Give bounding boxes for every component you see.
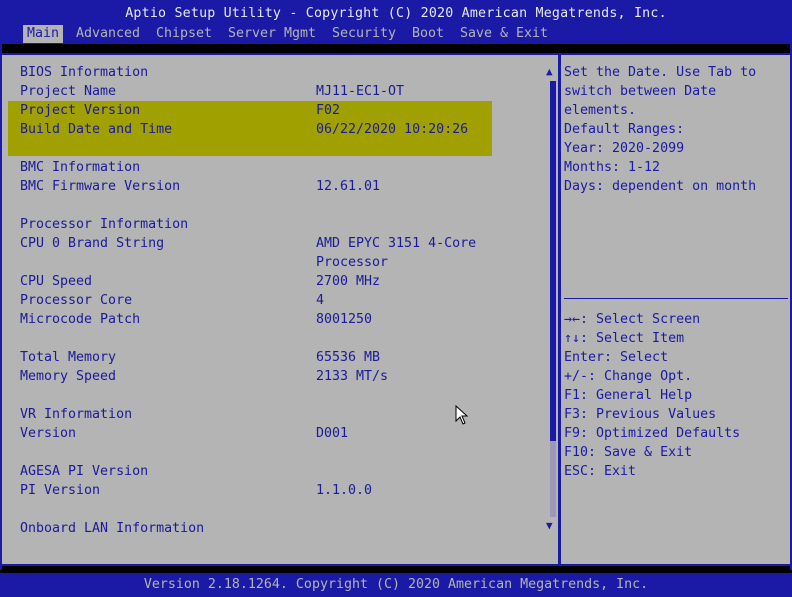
processor-core-value: 4 — [316, 293, 325, 308]
vr-version-label: Version — [20, 426, 77, 441]
utility-title: Aptio Setup Utility - Copyright (C) 2020… — [125, 6, 667, 21]
cpu-speed-label: CPU Speed — [20, 274, 93, 289]
microcode-patch-value: 8001250 — [316, 312, 373, 327]
cpu-brand-value: AMD EPYC 3151 4-Core — [316, 236, 477, 251]
project-name-value: MJ11-EC1-OT — [316, 84, 405, 99]
frame-bottom — [0, 564, 792, 566]
help-description-line: Months: 1-12 — [564, 160, 661, 175]
total-memory-label: Total Memory — [20, 350, 117, 365]
bmc-firmware-value: 12.61.01 — [316, 179, 381, 194]
key-hint-f3: F3: Previous Values — [564, 407, 717, 422]
main-panel: BIOS Information Project Name MJ11-EC1-O… — [2, 55, 558, 564]
total-memory-value: 65536 MB — [316, 350, 381, 365]
key-hint-f1: F1: General Help — [564, 388, 693, 403]
processor-core-label: Processor Core — [20, 293, 133, 308]
key-hint-select-screen: →←: Select Screen — [564, 312, 701, 327]
build-date-label[interactable]: Build Date and Time — [20, 120, 172, 139]
help-panel: Set the Date. Use Tab to switch between … — [561, 55, 790, 564]
key-hint-select-item: ↑↓: Select Item — [564, 331, 685, 346]
section-vr-information: VR Information — [20, 407, 133, 422]
help-description-line: Year: 2020-2099 — [564, 141, 685, 156]
cpu-brand-label: CPU 0 Brand String — [20, 236, 165, 251]
version-footer: Version 2.18.1264. Copyright (C) 2020 Am… — [143, 577, 649, 592]
tab-advanced[interactable]: Advanced — [72, 25, 144, 43]
scrollbar-thumb[interactable] — [550, 81, 556, 441]
tab-boot[interactable]: Boot — [408, 25, 448, 43]
help-separator — [564, 298, 788, 299]
key-hint-enter: Enter: Select — [564, 350, 669, 365]
vr-version-value: D001 — [316, 426, 349, 441]
help-description-line: elements. — [564, 103, 637, 118]
tab-chipset[interactable]: Chipset — [152, 25, 216, 43]
memory-speed-value: 2133 MT/s — [316, 369, 389, 384]
pi-version-value: 1.1.0.0 — [316, 483, 373, 498]
key-hint-f9: F9: Optimized Defaults — [564, 426, 741, 441]
tab-security[interactable]: Security — [328, 25, 400, 43]
help-description-line: switch between Date — [564, 84, 717, 99]
section-onboard-lan-information: Onboard LAN Information — [20, 521, 205, 536]
cpu-speed-value: 2700 MHz — [316, 274, 381, 289]
title-bar: Aptio Setup Utility - Copyright (C) 2020… — [0, 0, 792, 44]
tab-save-exit[interactable]: Save & Exit — [456, 25, 552, 43]
memory-speed-label: Memory Speed — [20, 369, 117, 384]
bmc-firmware-label: BMC Firmware Version — [20, 179, 181, 194]
cpu-brand-value-cont: Processor — [316, 255, 389, 270]
microcode-patch-label: Microcode Patch — [20, 312, 141, 327]
section-agesa-pi-version: AGESA PI Version — [20, 464, 149, 479]
scroll-up-arrow-icon[interactable]: ▲ — [546, 66, 553, 78]
pi-version-label: PI Version — [20, 483, 101, 498]
help-description-line: Set the Date. Use Tab to — [564, 65, 757, 80]
mouse-pointer-icon — [455, 405, 469, 425]
project-version-label[interactable]: Project Version — [20, 101, 140, 120]
footer-bar: Version 2.18.1264. Copyright (C) 2020 Am… — [0, 573, 792, 597]
tab-main[interactable]: Main — [23, 25, 64, 43]
help-description-line: Default Ranges: — [564, 122, 685, 137]
section-bmc-information: BMC Information — [20, 160, 141, 175]
project-version-value[interactable]: F02 — [316, 101, 340, 120]
section-processor-information: Processor Information — [20, 217, 189, 232]
tab-server-mgmt[interactable]: Server Mgmt — [224, 25, 320, 43]
build-date-value[interactable]: 06/22/2020 10:20:26 — [316, 120, 468, 139]
help-description-line: Days: dependent on month — [564, 179, 757, 194]
section-bios-information: BIOS Information — [20, 65, 149, 80]
key-hint-change-opt: +/-: Change Opt. — [564, 369, 693, 384]
project-name-label: Project Name — [20, 84, 117, 99]
key-hint-f10: F10: Save & Exit — [564, 445, 693, 460]
scroll-down-arrow-icon[interactable]: ▼ — [546, 520, 553, 532]
key-hint-esc: ESC: Exit — [564, 464, 637, 479]
